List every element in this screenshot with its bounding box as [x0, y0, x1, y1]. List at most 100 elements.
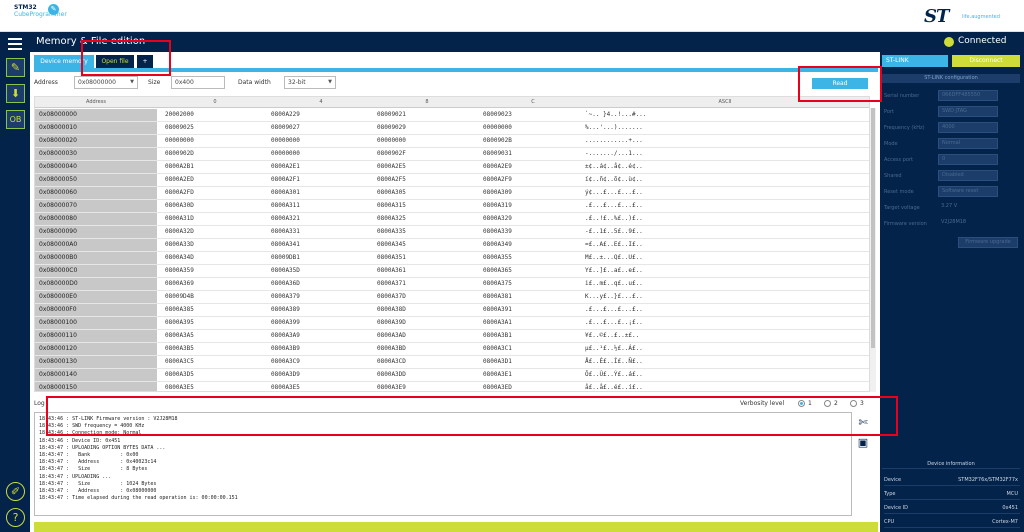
memory-cell[interactable]: 0800A365: [483, 265, 512, 277]
memory-cell[interactable]: 0800A335: [377, 226, 406, 238]
memory-table-scrollbar[interactable]: [870, 108, 876, 392]
memory-cell[interactable]: 0800A30D: [165, 200, 194, 212]
memory-cell[interactable]: 20002000: [165, 109, 194, 121]
memory-cell[interactable]: 0800A369: [165, 278, 194, 290]
config-value[interactable]: Normal: [938, 138, 998, 149]
memory-cell[interactable]: 0800A2F1: [271, 174, 300, 186]
memory-cell[interactable]: 00000000: [271, 135, 300, 147]
memory-cell[interactable]: 0800A3AD: [377, 330, 406, 342]
memory-cell[interactable]: 0800A359: [165, 265, 194, 277]
memory-cell[interactable]: 0800A361: [377, 265, 406, 277]
memory-cell[interactable]: 0800A38D: [377, 304, 406, 316]
verbosity-radio-1[interactable]: [798, 400, 805, 407]
memory-cell[interactable]: 0800A3ED: [483, 382, 512, 391]
memory-cell[interactable]: 0800A345: [377, 239, 406, 251]
memory-cell[interactable]: 08009023: [483, 109, 512, 121]
disconnect-button[interactable]: Disconnect: [952, 55, 1020, 67]
memory-cell[interactable]: 0800A36D: [271, 278, 300, 290]
verbosity-radio-3[interactable]: [850, 400, 857, 407]
hamburger-menu-icon[interactable]: [8, 38, 22, 53]
memory-cell[interactable]: 0800A371: [377, 278, 406, 290]
memory-cell[interactable]: 0800A37D: [377, 291, 406, 303]
memory-cell[interactable]: 0800A349: [483, 239, 512, 251]
memory-cell[interactable]: 0800A319: [483, 200, 512, 212]
memory-cell[interactable]: 0800A2F9: [483, 174, 512, 186]
memory-cell[interactable]: 0800A389: [271, 304, 300, 316]
read-button[interactable]: Read: [812, 78, 868, 89]
tab-add-button[interactable]: +: [137, 55, 153, 68]
memory-cell[interactable]: 0800A3E9: [377, 382, 406, 391]
memory-cell[interactable]: 0800A331: [271, 226, 300, 238]
memory-cell[interactable]: 0800A2E9: [483, 161, 512, 173]
memory-cell[interactable]: 0800A3B5: [165, 343, 194, 355]
verbosity-radio-2[interactable]: [824, 400, 831, 407]
memory-cell[interactable]: 0800A329: [483, 213, 512, 225]
memory-cell[interactable]: 00000000: [483, 122, 512, 134]
memory-cell[interactable]: 0800A305: [377, 187, 406, 199]
memory-cell[interactable]: 0800902D: [165, 148, 194, 160]
memory-cell[interactable]: 00000000: [271, 148, 300, 160]
stlink-tab[interactable]: ST-LINK: [882, 55, 948, 67]
memory-cell[interactable]: 0800A355: [483, 252, 512, 264]
memory-cell[interactable]: 0800A339: [483, 226, 512, 238]
memory-cell[interactable]: 0800A3B1: [483, 330, 512, 342]
memory-cell[interactable]: 0800A3E5: [165, 382, 194, 391]
memory-cell[interactable]: 0800A2FD: [165, 187, 194, 199]
memory-cell[interactable]: 0800A301: [271, 187, 300, 199]
option-bytes-icon[interactable]: OB: [6, 110, 25, 129]
memory-cell[interactable]: 0800A391: [483, 304, 512, 316]
memory-cell[interactable]: 0800A399: [271, 317, 300, 329]
memory-cell[interactable]: 0800A2E5: [377, 161, 406, 173]
memory-cell[interactable]: 0800A341: [271, 239, 300, 251]
memory-cell[interactable]: 0800A3E1: [483, 369, 512, 381]
firmware-upgrade-button[interactable]: Firmware upgrade: [958, 237, 1018, 248]
memory-edit-icon[interactable]: ✎: [6, 58, 25, 77]
memory-cell[interactable]: 0800A3A5: [165, 330, 194, 342]
memory-cell[interactable]: 08009031: [483, 148, 512, 160]
memory-cell[interactable]: 0800A311: [271, 200, 300, 212]
memory-cell[interactable]: 08009027: [271, 122, 300, 134]
memory-cell[interactable]: 0800A395: [165, 317, 194, 329]
tab-device-memory[interactable]: Device memory: [34, 55, 94, 68]
memory-cell[interactable]: 0800A35D: [271, 265, 300, 277]
memory-cell[interactable]: 00000000: [377, 135, 406, 147]
config-value[interactable]: 4000: [938, 122, 998, 133]
memory-cell[interactable]: 0800A3D5: [165, 369, 194, 381]
memory-cell[interactable]: 0800902F: [377, 148, 406, 160]
memory-cell[interactable]: 0800A3C9: [271, 356, 300, 368]
log-console[interactable]: 18:43:46 : ST-LINK Firmware version : V2…: [34, 412, 852, 516]
address-select[interactable]: 0x08000000 ▼: [74, 76, 138, 89]
memory-cell[interactable]: 08009029: [377, 122, 406, 134]
memory-cell[interactable]: 0800A381: [483, 291, 512, 303]
memory-cell[interactable]: 0800A3E5: [271, 382, 300, 391]
memory-cell[interactable]: 0800A2ED: [165, 174, 194, 186]
memory-cell[interactable]: 0800A351: [377, 252, 406, 264]
memory-cell[interactable]: 08009025: [165, 122, 194, 134]
config-value[interactable]: Disabled: [938, 170, 998, 181]
memory-cell[interactable]: 0800A34D: [165, 252, 194, 264]
memory-cell[interactable]: 0800A2B1: [165, 161, 194, 173]
memory-cell[interactable]: 0800A33D: [165, 239, 194, 251]
config-value[interactable]: Software reset: [938, 186, 998, 197]
data-width-select[interactable]: 32-bit ▼: [284, 76, 336, 89]
memory-cell[interactable]: 0800A309: [483, 187, 512, 199]
memory-cell[interactable]: 0800A379: [271, 291, 300, 303]
memory-cell[interactable]: 08009021: [377, 109, 406, 121]
config-value[interactable]: SWD JTAG: [938, 106, 998, 117]
memory-cell[interactable]: 0800A39D: [377, 317, 406, 329]
memory-cell[interactable]: 00000000: [165, 135, 194, 147]
memory-cell[interactable]: 0800A3D1: [483, 356, 512, 368]
memory-cell[interactable]: 0800A3A1: [483, 317, 512, 329]
memory-cell[interactable]: 0800A321: [271, 213, 300, 225]
memory-cell[interactable]: 0800A3CD: [377, 356, 406, 368]
config-value[interactable]: 0: [938, 154, 998, 165]
save-log-icon[interactable]: ▣: [856, 436, 870, 450]
config-value[interactable]: 066DFF485550: [938, 90, 998, 101]
clear-log-icon[interactable]: ✄: [856, 416, 870, 430]
help-icon[interactable]: ?: [6, 508, 25, 527]
download-icon[interactable]: ⬇: [6, 84, 25, 103]
memory-cell[interactable]: 0800A31D: [165, 213, 194, 225]
memory-cell[interactable]: 08009DB1: [271, 252, 300, 264]
scrollbar-thumb[interactable]: [871, 108, 875, 348]
memory-cell[interactable]: 0800902B: [483, 135, 512, 147]
